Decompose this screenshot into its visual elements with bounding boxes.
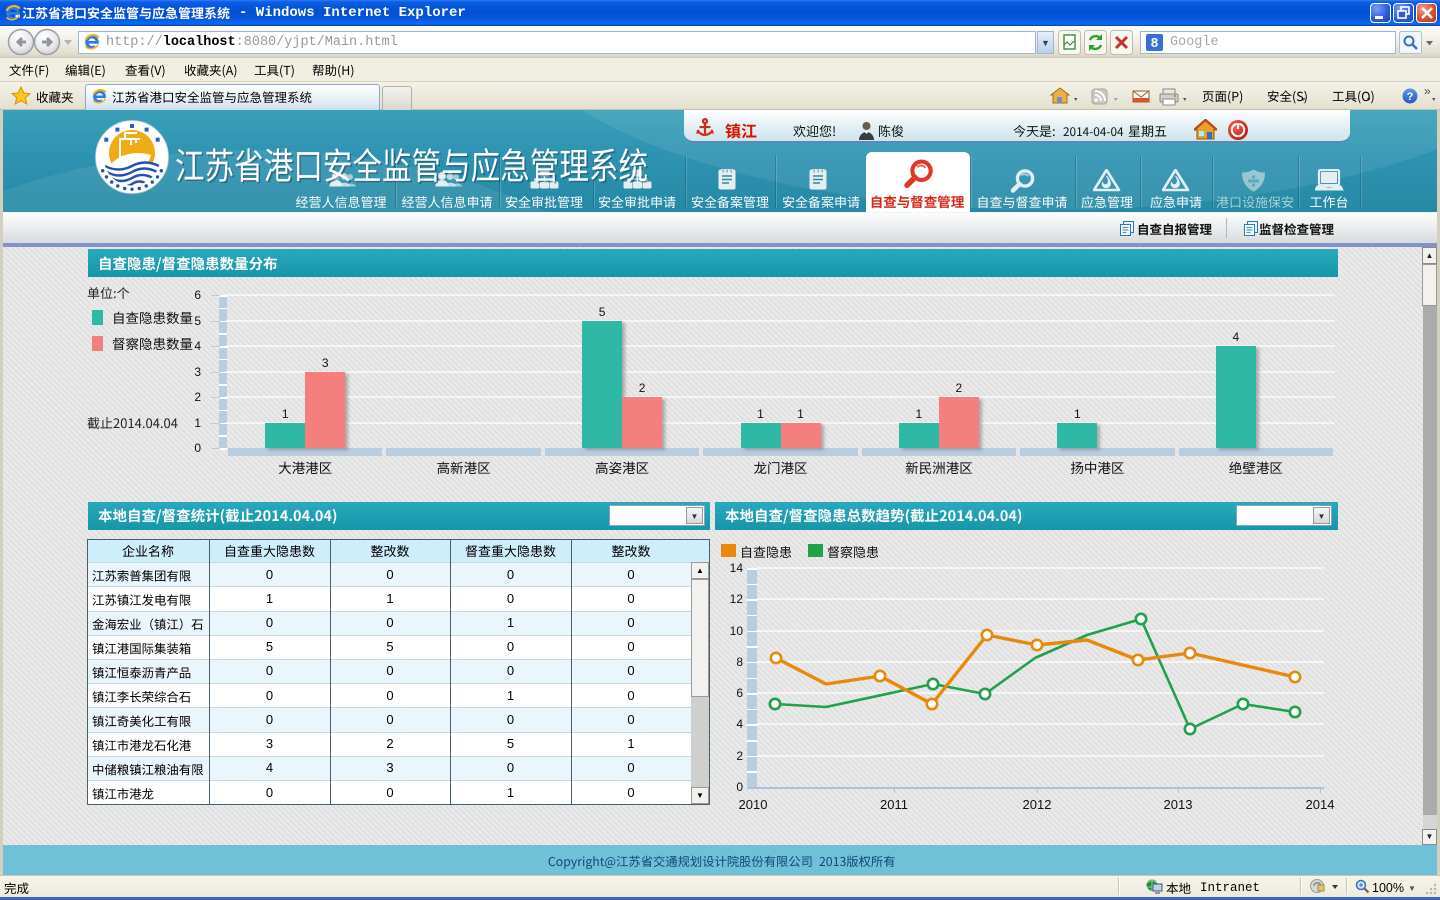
svg-text:?: ?	[1407, 91, 1414, 103]
